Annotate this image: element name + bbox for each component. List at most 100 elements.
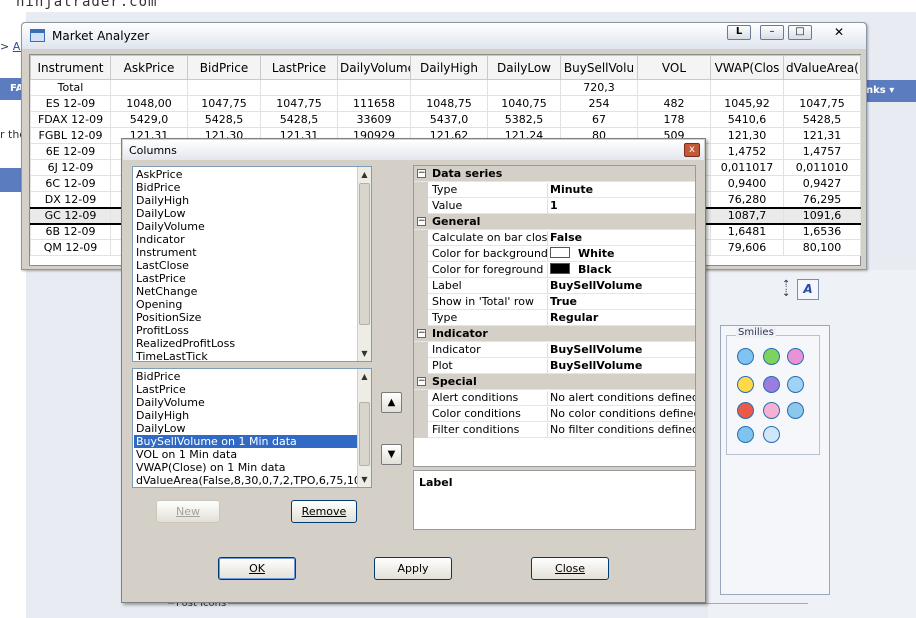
table-cell[interactable]: 0,011017 [710,159,784,176]
smiley-angry-icon[interactable] [737,402,754,419]
smiley-confused-icon[interactable] [787,376,804,393]
list-item[interactable]: RealizedProfitLoss [134,337,357,350]
table-cell[interactable]: 1,6481 [710,223,784,240]
move-up-arrow-icon[interactable]: ▲ [381,392,402,413]
collapse-icon[interactable]: − [417,169,426,178]
column-header[interactable]: Instrument [30,55,111,80]
market-analyzer-titlebar[interactable]: Market Analyzer L – □ ✕ [22,23,866,49]
property-row[interactable]: Calculate on bar close False [414,230,695,246]
list-item[interactable]: TimeLastTick [134,350,357,361]
list-item[interactable]: ProfitLoss [134,324,357,337]
instrument-cell[interactable]: 6E 12-09 [30,143,111,160]
property-grid[interactable]: − Data series Type Minute Value 1− General Calc… [413,165,696,467]
columns-dialog-titlebar[interactable]: Columns x [123,140,704,160]
table-cell[interactable]: 1091,6 [783,206,861,225]
list-item[interactable]: PositionSize [134,311,357,324]
list-item[interactable]: DailyHigh [134,409,357,422]
table-cell[interactable]: 1047,75 [187,95,261,112]
smiley-cool-icon[interactable] [737,426,754,443]
table-cell[interactable]: 5437,0 [410,111,488,128]
smiley-wink-icon[interactable] [737,376,754,393]
link-button[interactable]: L [727,25,751,40]
table-cell[interactable]: 5428,5 [187,111,261,128]
list-item[interactable]: DailyHigh [134,194,357,207]
smiley-grin-icon[interactable] [763,348,780,365]
list-item[interactable]: DailyVolume [134,396,357,409]
list-item[interactable]: LastPrice [134,272,357,285]
table-cell[interactable]: 178 [637,111,711,128]
smiley-mad-icon[interactable] [763,376,780,393]
property-row[interactable]: Filter conditions No filter conditions de… [414,422,695,438]
column-header[interactable]: BidPrice [187,55,261,80]
column-header[interactable]: BuySellVolu [560,55,638,80]
property-row[interactable]: Show in 'Total' row True [414,294,695,310]
property-category[interactable]: − General [414,214,695,230]
close-button[interactable]: ✕ [822,25,856,40]
property-row[interactable]: Label BuySellVolume [414,278,695,294]
property-value-cell[interactable]: True [550,295,577,308]
property-value-cell[interactable]: Minute [550,183,593,196]
instrument-cell[interactable]: FDAX 12-09 [30,111,111,128]
table-cell[interactable]: 1048,75 [410,95,488,112]
table-cell[interactable]: 5428,5 [260,111,338,128]
instrument-cell[interactable]: GC 12-09 [30,206,111,225]
table-cell[interactable] [187,79,261,96]
available-list-scrollbar[interactable]: ▲ ▼ [357,167,371,361]
instrument-cell[interactable]: 6J 12-09 [30,159,111,176]
instrument-cell[interactable]: FGBL 12-09 [30,127,111,144]
property-row[interactable]: Color conditions No color conditions defi… [414,406,695,422]
property-category[interactable]: − Indicator [414,326,695,342]
table-cell[interactable] [410,79,488,96]
list-item[interactable]: BidPrice [134,181,357,194]
table-cell[interactable]: 79,606 [710,239,784,256]
selected-columns-list[interactable]: BidPrice LastPrice DailyVolume DailyHigh Dai… [132,368,372,488]
instrument-cell[interactable]: QM 12-09 [30,239,111,256]
property-row[interactable]: Type Minute [414,182,695,198]
table-cell[interactable]: 482 [637,95,711,112]
table-cell[interactable]: 720,3 [560,79,638,96]
table-row[interactable]: ES 12-09 1048,00 1047,75 1047,75 111658 1048,… [30,95,861,112]
smiley-frown-icon[interactable] [787,402,804,419]
list-item[interactable]: LastClose [134,259,357,272]
list-item[interactable]: DailyVolume [134,220,357,233]
instrument-cell[interactable]: 6C 12-09 [30,175,111,192]
scroll-thumb[interactable] [359,183,370,325]
table-cell[interactable]: 5429,0 [110,111,188,128]
resize-arrows-icon[interactable]: ⇡ ⇣ [782,280,790,299]
column-header[interactable]: AskPrice [110,55,188,80]
collapse-icon[interactable]: − [417,377,426,386]
property-category[interactable]: − Data series [414,166,695,182]
table-cell[interactable]: 0,9427 [783,175,861,192]
table-cell[interactable]: 0,9400 [710,175,784,192]
list-item[interactable]: Instrument [134,246,357,259]
list-item[interactable]: DailyLow [134,207,357,220]
dialog-close-button[interactable]: x [684,143,700,157]
property-row[interactable]: Indicator BuySellVolume [414,342,695,358]
property-row[interactable]: Alert conditions No alert conditions defi… [414,390,695,406]
table-row[interactable]: Total 720,3 [30,79,861,96]
list-item[interactable]: DailyLow [134,422,357,435]
smiley-smile-icon[interactable] [737,348,754,365]
collapse-icon[interactable]: − [417,329,426,338]
table-cell[interactable]: 111658 [337,95,411,112]
table-cell[interactable] [260,79,338,96]
column-header[interactable]: DailyLow [487,55,561,80]
remove-button[interactable]: Remove [291,500,357,523]
minimize-button[interactable]: – [760,25,784,40]
property-value-cell[interactable]: No filter conditions defined [550,423,695,436]
table-cell[interactable]: 1045,92 [710,95,784,112]
list-item[interactable]: VWAP(Close) on 1 Min data [134,461,357,474]
property-row[interactable]: Color for background White [414,246,695,262]
scroll-down-arrow-icon[interactable]: ▼ [358,347,371,360]
table-cell[interactable] [637,79,711,96]
table-cell[interactable]: 1,6536 [783,223,861,240]
list-item[interactable]: VOL on 1 Min data [134,448,357,461]
table-cell[interactable] [337,79,411,96]
instrument-cell[interactable]: DX 12-09 [30,191,111,208]
table-cell[interactable]: 1,4752 [710,143,784,160]
list-item[interactable]: Indicator [134,233,357,246]
smiley-shock-icon[interactable] [763,426,780,443]
available-columns-list[interactable]: AskPrice BidPrice DailyHigh DailyLow DailyVo… [132,166,372,362]
selected-list-scrollbar[interactable]: ▲ ▼ [357,369,371,487]
property-value-cell[interactable]: False [550,231,582,244]
